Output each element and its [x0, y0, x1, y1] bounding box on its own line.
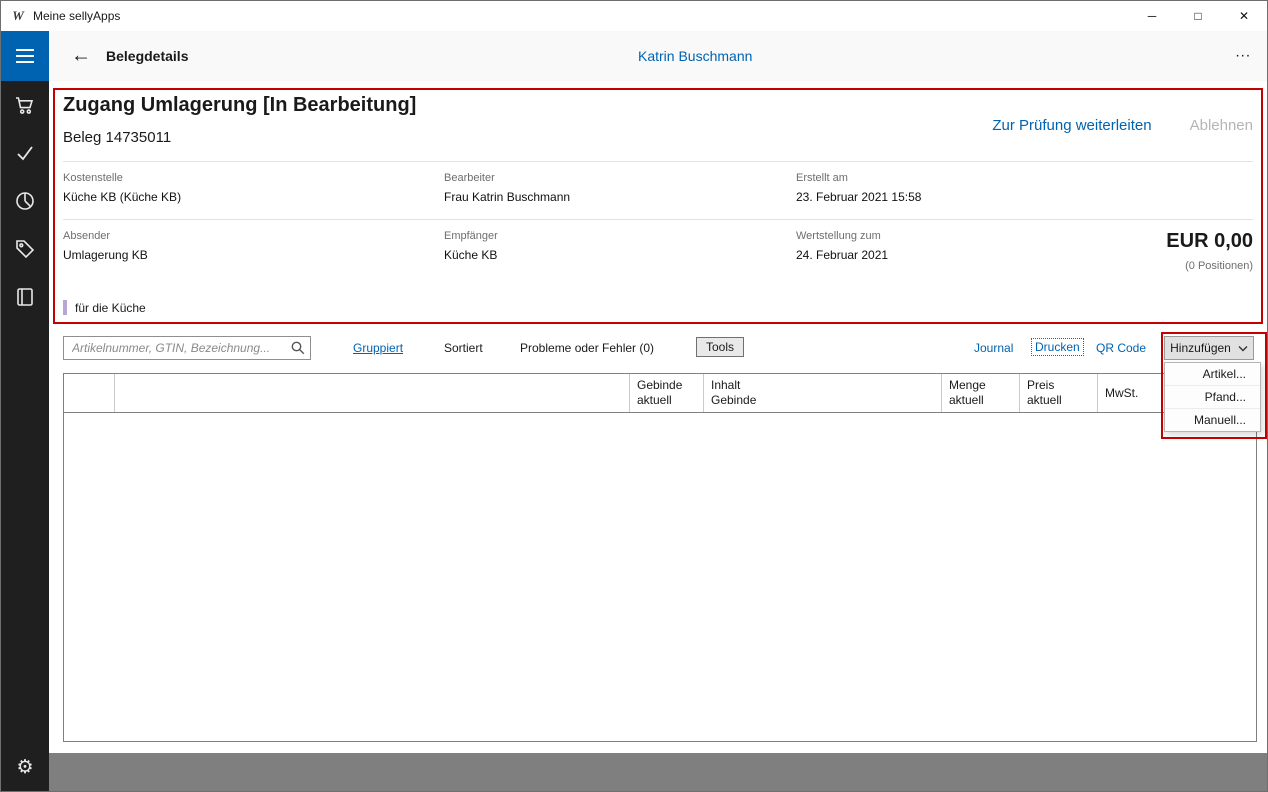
column-header-gebinde-aktuell: Gebinde aktuell	[629, 374, 703, 412]
qr-code-link[interactable]: QR Code	[1096, 341, 1146, 355]
main-area: ← Belegdetails Katrin Buschmann ... Zuga…	[49, 31, 1267, 791]
sidebar-item-statistics[interactable]	[1, 177, 49, 225]
column-header-empty-1	[64, 374, 114, 412]
hamburger-icon	[16, 49, 34, 51]
sidebar-item-cart[interactable]	[1, 81, 49, 129]
more-options-button[interactable]: ...	[1235, 44, 1251, 61]
field-row-2: Absender Umlagerung KB Empfänger Küche K…	[63, 230, 1253, 262]
close-button[interactable]: ✕	[1221, 1, 1267, 31]
add-button[interactable]: Hinzufügen	[1164, 336, 1254, 360]
app-icon: W	[10, 8, 26, 24]
field-absender: Absender Umlagerung KB	[63, 230, 444, 262]
sidebar-item-tasks[interactable]	[1, 129, 49, 177]
reject-link: Ablehnen	[1190, 117, 1253, 134]
field-value: Küche KB (Küche KB)	[63, 190, 444, 204]
document-panel: Zugang Umlagerung [In Bearbeitung] Beleg…	[55, 90, 1261, 322]
maximize-button[interactable]: □	[1175, 1, 1221, 31]
menu-item-pfand[interactable]: Pfand...	[1165, 385, 1260, 408]
field-value: 23. Februar 2021 15:58	[796, 190, 1253, 204]
grouped-toggle[interactable]: Gruppiert	[353, 341, 403, 355]
sidebar-item-journal[interactable]	[1, 273, 49, 321]
print-link[interactable]: Drucken	[1031, 338, 1084, 356]
field-label: Empfänger	[444, 230, 796, 242]
note-text: für die Küche	[75, 301, 146, 315]
field-erstellt-am: Erstellt am 23. Februar 2021 15:58	[796, 172, 1253, 204]
body-row: ⚙ ← Belegdetails Katrin Buschmann ... Zu…	[1, 31, 1267, 791]
field-value: Umlagerung KB	[63, 248, 444, 262]
column-header-preis-aktuell: Preis aktuell	[1019, 374, 1097, 412]
field-label: Bearbeiter	[444, 172, 796, 184]
field-value: Küche KB	[444, 248, 796, 262]
search-icon[interactable]	[290, 340, 306, 356]
total-positions: (0 Positionen)	[1166, 260, 1253, 272]
gear-icon: ⚙	[16, 758, 33, 777]
menu-item-manuell[interactable]: Manuell...	[1165, 408, 1260, 431]
app-title: Meine sellyApps	[33, 9, 120, 23]
add-dropdown-menu: Artikel... Pfand... Manuell...	[1164, 362, 1261, 432]
document-number: Beleg 14735011	[63, 129, 171, 146]
book-icon	[13, 285, 37, 309]
problems-link[interactable]: Probleme oder Fehler (0)	[520, 341, 654, 355]
menu-item-artikel[interactable]: Artikel...	[1165, 363, 1260, 385]
titlebar: W Meine sellyApps ─ □ ✕	[1, 1, 1267, 31]
items-table: Gebinde aktuell Inhalt Gebinde Menge akt…	[63, 373, 1257, 742]
user-link[interactable]: Katrin Buschmann	[638, 48, 752, 64]
back-button[interactable]: ←	[63, 43, 99, 70]
add-button-label: Hinzufügen	[1170, 341, 1231, 355]
table-header-row: Gebinde aktuell Inhalt Gebinde Menge akt…	[64, 374, 1256, 413]
items-toolbar: Gruppiert Sortiert Probleme oder Fehler …	[49, 336, 1267, 364]
document-title: Zugang Umlagerung [In Bearbeitung]	[63, 94, 416, 117]
divider	[63, 161, 1253, 162]
app-window: W Meine sellyApps ─ □ ✕	[0, 0, 1268, 792]
chevron-down-icon	[1238, 345, 1248, 352]
pie-chart-icon	[13, 189, 37, 213]
page-title: Belegdetails	[106, 48, 188, 64]
search-input[interactable]	[63, 336, 311, 360]
sorted-toggle[interactable]: Sortiert	[444, 341, 483, 355]
field-bearbeiter: Bearbeiter Frau Katrin Buschmann	[444, 172, 796, 204]
sidebar: ⚙	[1, 31, 49, 791]
document-note: für die Küche	[63, 300, 146, 315]
document-actions: Zur Prüfung weiterleiten Ablehnen	[992, 117, 1253, 134]
search-box	[63, 336, 311, 360]
field-kostenstelle: Kostenstelle Küche KB (Küche KB)	[63, 172, 444, 204]
tools-button[interactable]: Tools	[696, 337, 744, 357]
footer-strip	[49, 753, 1267, 791]
minimize-button[interactable]: ─	[1129, 1, 1175, 31]
field-empfaenger: Empfänger Küche KB	[444, 230, 796, 262]
field-label: Absender	[63, 230, 444, 242]
tag-icon	[13, 237, 37, 261]
column-header-inhalt-gebinde: Inhalt Gebinde	[703, 374, 941, 412]
window-controls: ─ □ ✕	[1129, 1, 1267, 31]
column-header-menge-aktuell: Menge aktuell	[941, 374, 1019, 412]
content: Zugang Umlagerung [In Bearbeitung] Beleg…	[49, 81, 1267, 791]
note-marker	[63, 300, 67, 315]
field-label: Kostenstelle	[63, 172, 444, 184]
field-value: Frau Katrin Buschmann	[444, 190, 796, 204]
field-row-1: Kostenstelle Küche KB (Küche KB) Bearbei…	[63, 172, 1253, 204]
journal-link[interactable]: Journal	[974, 341, 1013, 355]
sidebar-item-settings[interactable]: ⚙	[1, 743, 49, 791]
column-header-description	[114, 374, 629, 412]
hamburger-menu-button[interactable]	[1, 31, 49, 81]
field-label: Erstellt am	[796, 172, 1253, 184]
checkmark-icon	[13, 141, 37, 165]
divider	[63, 219, 1253, 220]
app-header: ← Belegdetails Katrin Buschmann ...	[49, 31, 1267, 81]
sidebar-item-labels[interactable]	[1, 225, 49, 273]
total-block: EUR 0,00 (0 Positionen)	[1166, 230, 1253, 272]
shopping-cart-icon	[13, 93, 37, 117]
forward-for-review-link[interactable]: Zur Prüfung weiterleiten	[992, 117, 1151, 134]
total-amount: EUR 0,00	[1166, 230, 1253, 253]
